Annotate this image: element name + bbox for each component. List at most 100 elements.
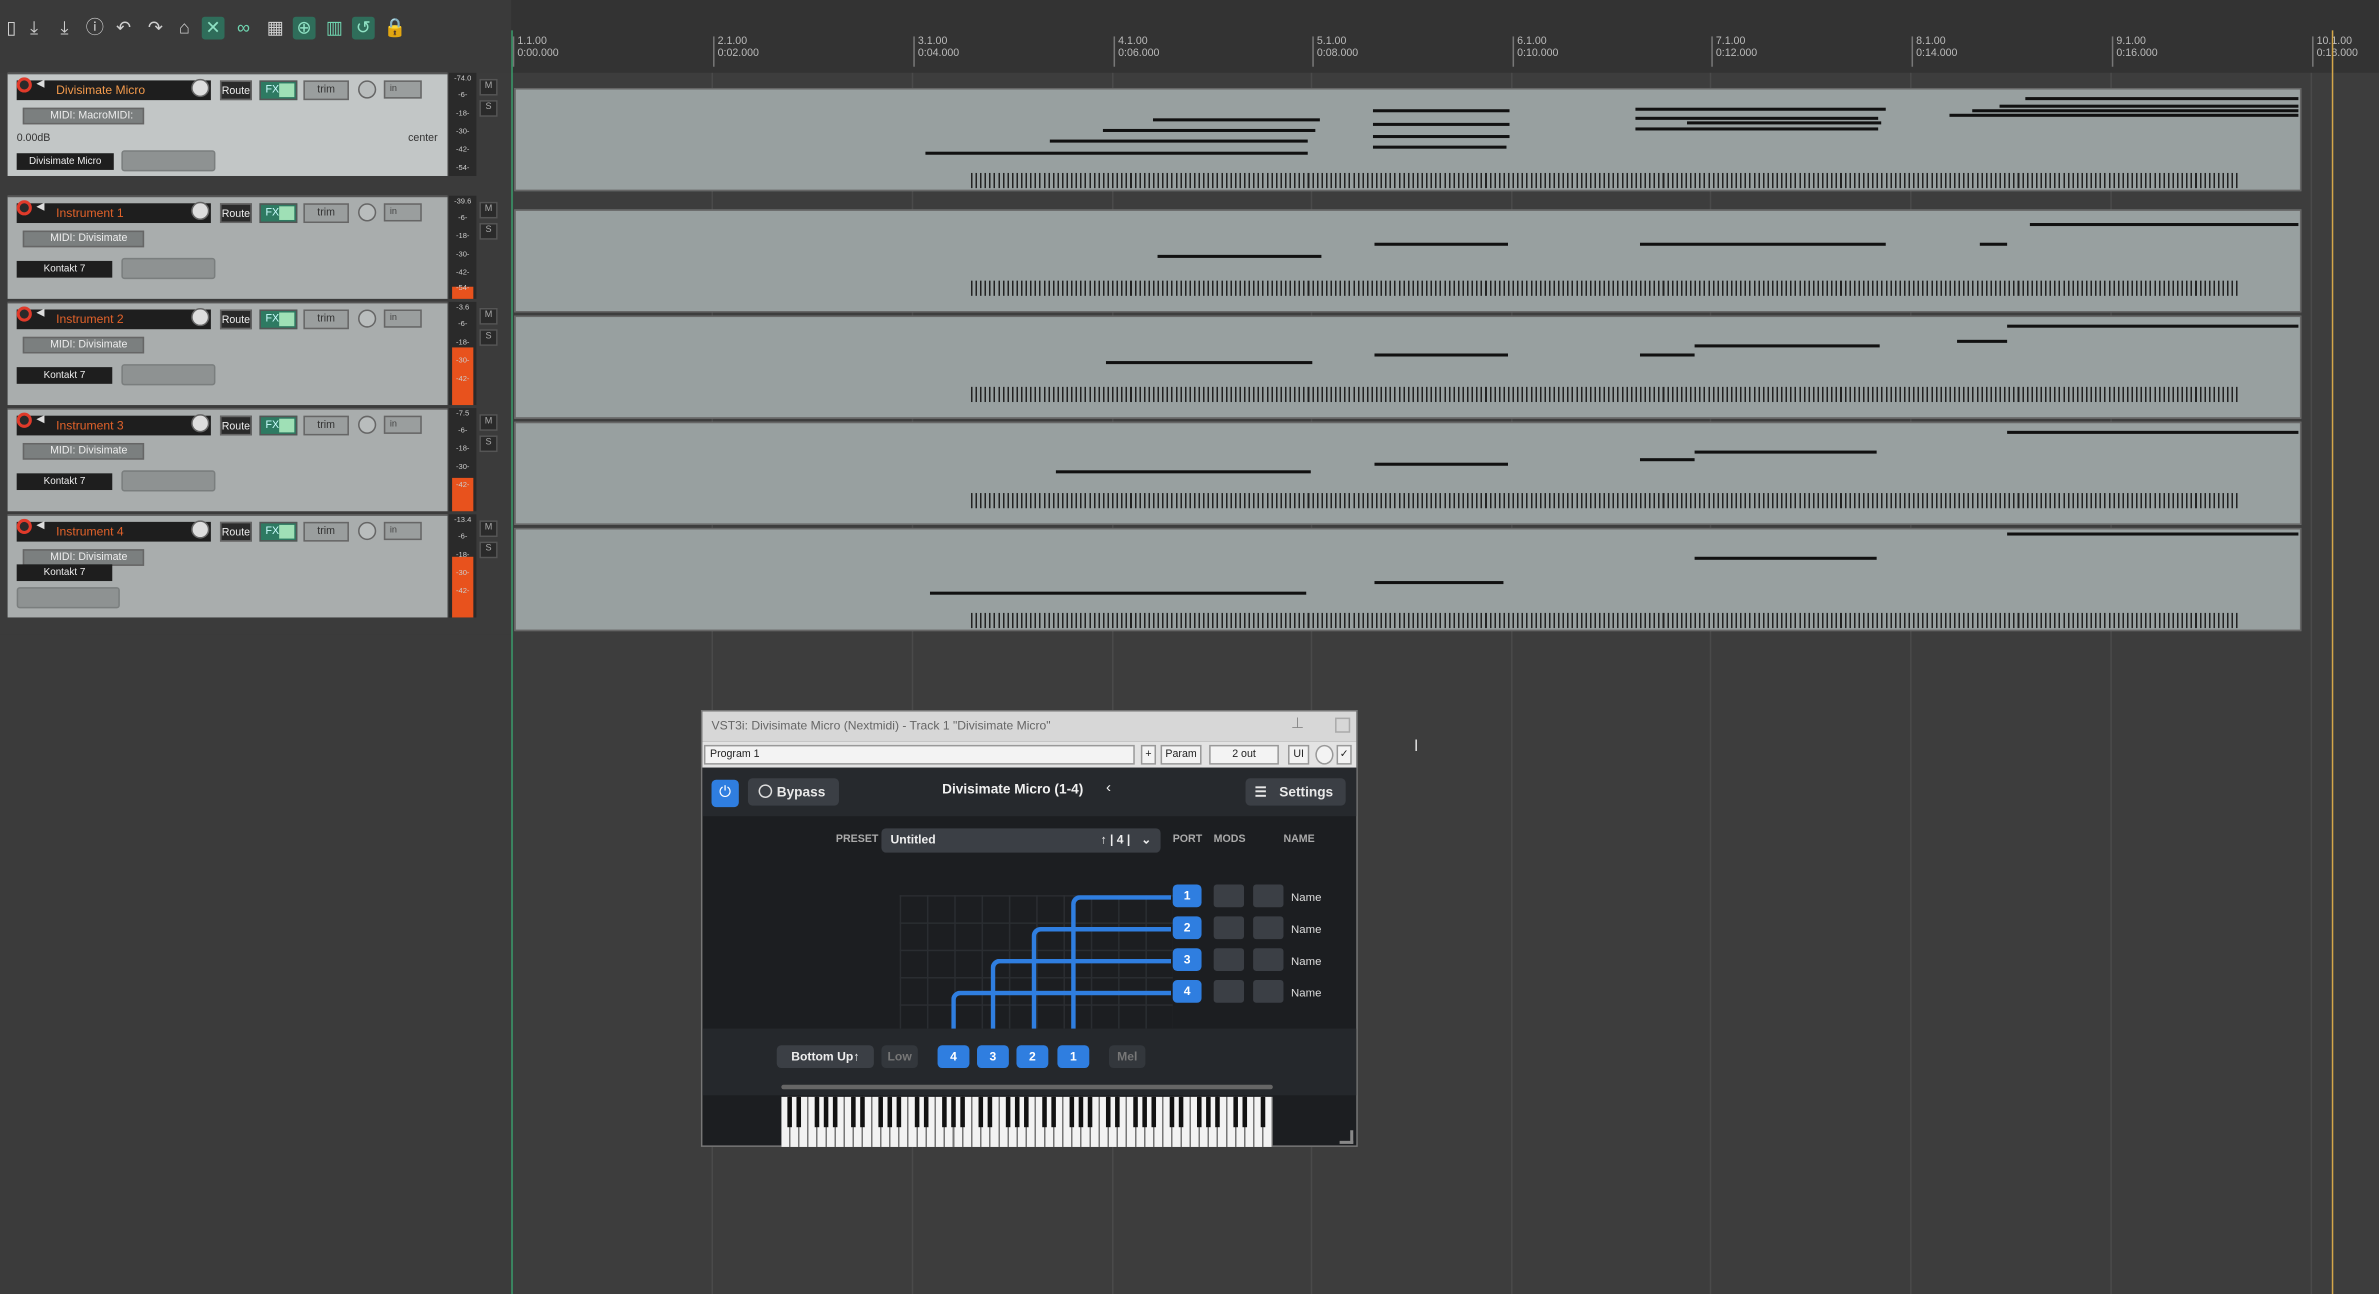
- port-name[interactable]: Name: [1291, 954, 1321, 968]
- pin-icon[interactable]: ⊥: [1291, 716, 1304, 733]
- settings-button[interactable]: ☰ Settings: [1245, 778, 1346, 806]
- piano-black-key[interactable]: [1206, 1096, 1211, 1128]
- input-button[interactable]: in: [383, 415, 422, 434]
- fx-button[interactable]: FX: [259, 309, 298, 330]
- plugin-window-title[interactable]: VST3i: Divisimate Micro (Nextmidi) - Tra…: [702, 711, 1357, 742]
- track-meter[interactable]: -39.6 -6- -18- -30- -42- -54-: [449, 195, 477, 299]
- piano-black-key[interactable]: [1215, 1096, 1220, 1128]
- link-icon[interactable]: ∞: [232, 17, 255, 40]
- phase-icon[interactable]: [358, 521, 377, 541]
- power-icon[interactable]: ⏻: [711, 779, 739, 808]
- port-button-4[interactable]: 4: [1172, 980, 1202, 1003]
- speaker-icon[interactable]: ◀: [36, 79, 47, 90]
- midi-item[interactable]: [514, 421, 2302, 525]
- piano-black-key[interactable]: [1151, 1096, 1157, 1128]
- fx-slot[interactable]: Kontakt 7: [16, 260, 113, 278]
- fx-enable-icon[interactable]: [279, 418, 295, 433]
- speaker-icon[interactable]: ◀: [36, 414, 47, 425]
- ui-button[interactable]: UI: [1288, 744, 1310, 765]
- keyboard-range-slider[interactable]: [781, 1084, 1273, 1090]
- solo-button[interactable]: S: [479, 541, 498, 559]
- input-button[interactable]: in: [383, 80, 422, 99]
- record-arm-icon[interactable]: [16, 200, 32, 216]
- bypass-toggle-icon[interactable]: [1315, 744, 1334, 765]
- piano-black-key[interactable]: [1133, 1096, 1138, 1128]
- fx-button[interactable]: FX: [259, 203, 298, 224]
- midi-input-select[interactable]: MIDI: Divisimate: [22, 230, 145, 248]
- resize-handle-icon[interactable]: [1339, 1130, 1354, 1144]
- solo-button[interactable]: S: [479, 223, 498, 240]
- enable-checkbox[interactable]: ✓: [1336, 744, 1352, 765]
- piano-black-key[interactable]: [823, 1096, 829, 1128]
- grid-icon[interactable]: ▦: [264, 17, 287, 40]
- bypass-button[interactable]: Bypass: [747, 778, 839, 806]
- new-project-icon[interactable]: ▯: [0, 17, 23, 40]
- trim-button[interactable]: trim: [303, 521, 349, 542]
- piano-black-key[interactable]: [1260, 1096, 1266, 1128]
- volume-knob[interactable]: [191, 201, 210, 220]
- mods-slot[interactable]: [1213, 916, 1245, 940]
- route-button[interactable]: Route: [219, 521, 252, 542]
- metronome-icon[interactable]: ⌂: [173, 17, 196, 40]
- piano-black-key[interactable]: [942, 1096, 947, 1128]
- piano-black-key[interactable]: [851, 1096, 856, 1128]
- speaker-icon[interactable]: ◀: [36, 202, 47, 213]
- piano-black-key[interactable]: [1087, 1096, 1093, 1128]
- record-arm-icon[interactable]: [16, 412, 32, 428]
- fx-slot[interactable]: Kontakt 7: [16, 367, 113, 384]
- fx-slot[interactable]: Kontakt 7: [16, 473, 113, 491]
- piano-black-key[interactable]: [1242, 1096, 1248, 1128]
- piano-black-key[interactable]: [1042, 1096, 1047, 1128]
- info-icon[interactable]: ⓘ: [83, 17, 106, 40]
- track-meter[interactable]: -13.4 -6- -18- -30- -42-: [449, 514, 477, 618]
- mods-slot[interactable]: [1253, 980, 1284, 1003]
- piano-black-key[interactable]: [887, 1096, 893, 1128]
- phase-icon[interactable]: [358, 203, 377, 222]
- mute-button[interactable]: M: [479, 520, 498, 538]
- fx-slot[interactable]: Kontakt 7: [16, 564, 113, 582]
- order-port-button[interactable]: 2: [1016, 1045, 1049, 1069]
- mods-slot[interactable]: [1213, 884, 1245, 908]
- piano-black-key[interactable]: [860, 1096, 865, 1128]
- mel-button[interactable]: Mel: [1109, 1045, 1146, 1069]
- close-icon[interactable]: [1335, 717, 1351, 733]
- speaker-icon[interactable]: ◀: [36, 308, 47, 319]
- volume-knob[interactable]: [191, 78, 210, 98]
- track-divisimate-micro[interactable]: Divisimate Micro ◀ Route FX trim in MIDI…: [7, 72, 448, 176]
- volume-knob[interactable]: [191, 307, 210, 327]
- midi-item[interactable]: [514, 527, 2302, 632]
- track-instrument-3[interactable]: Instrument 3 ◀ Route FX trim in MIDI: Di…: [7, 408, 448, 512]
- piano-black-key[interactable]: [1169, 1096, 1175, 1128]
- solo-button[interactable]: S: [479, 100, 498, 117]
- speaker-icon[interactable]: ◀: [36, 520, 47, 531]
- mute-button[interactable]: M: [479, 414, 498, 431]
- phase-icon[interactable]: [358, 415, 377, 434]
- mute-button[interactable]: M: [479, 307, 498, 325]
- input-button[interactable]: in: [383, 309, 422, 328]
- fx-slot-empty[interactable]: [121, 364, 216, 386]
- solo-button[interactable]: S: [479, 329, 498, 346]
- port-button-3[interactable]: 3: [1172, 948, 1202, 971]
- trim-button[interactable]: trim: [303, 80, 349, 101]
- piano-black-key[interactable]: [960, 1096, 965, 1128]
- trim-button[interactable]: trim: [303, 309, 349, 330]
- record-arm-icon[interactable]: [16, 77, 32, 93]
- fx-button[interactable]: FX: [259, 80, 298, 101]
- mute-button[interactable]: M: [479, 201, 498, 219]
- route-button[interactable]: Route: [219, 309, 252, 330]
- add-preset-button[interactable]: +: [1140, 744, 1157, 765]
- midi-input-select[interactable]: MIDI: MacroMIDI:: [22, 107, 145, 125]
- piano-black-key[interactable]: [923, 1096, 929, 1128]
- track-instrument-2[interactable]: Instrument 2 ◀ Route FX trim in MIDI: Di…: [7, 301, 448, 406]
- piano-black-key[interactable]: [1233, 1096, 1238, 1128]
- record-arm-icon[interactable]: [16, 306, 32, 322]
- piano-black-key[interactable]: [1005, 1096, 1011, 1128]
- mute-button[interactable]: M: [479, 78, 498, 96]
- piano-black-key[interactable]: [987, 1096, 993, 1128]
- piano-black-key[interactable]: [1196, 1096, 1202, 1128]
- output-button[interactable]: 2 out: [1209, 744, 1279, 765]
- piano-black-key[interactable]: [796, 1096, 802, 1128]
- piano-black-key[interactable]: [896, 1096, 902, 1128]
- piano-black-key[interactable]: [1069, 1096, 1075, 1128]
- piano-black-key[interactable]: [914, 1096, 920, 1128]
